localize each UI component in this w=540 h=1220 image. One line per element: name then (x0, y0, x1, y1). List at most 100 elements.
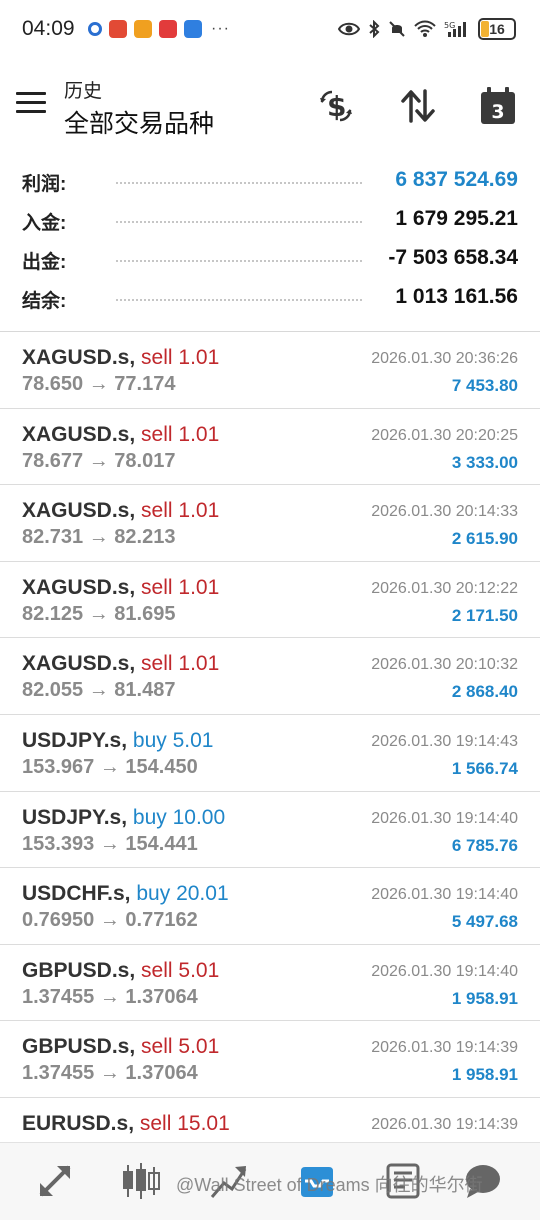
calendar-button[interactable]: 3 (476, 84, 520, 128)
page-subtitle: 历史 (64, 81, 103, 102)
trade-row[interactable]: XAGUSD.s, sell 1.01 82.055 → 81.487 2026.0… (0, 638, 540, 715)
close-price: 81.487 (114, 679, 176, 702)
open-price: 82.055 (22, 679, 84, 702)
bluetooth-icon (369, 20, 380, 38)
close-price: 154.441 (125, 832, 198, 855)
open-price: 0.76950 (22, 909, 95, 932)
trade-row[interactable]: XAGUSD.s, sell 1.01 82.731 → 82.213 2026.0… (0, 485, 540, 562)
trade-symbol-line: XAGUSD.s, sell 1.01 (22, 576, 219, 600)
trade-history-list[interactable]: XAGUSD.s, sell 1.01 78.650 → 77.174 2026.0… (0, 332, 540, 1175)
trade-row[interactable]: USDJPY.s, buy 5.01 153.967 → 154.450 2026.… (0, 715, 540, 792)
trade-side: sell (141, 1035, 173, 1059)
trade-profit: 2 171.50 (451, 605, 518, 625)
eye-icon (338, 22, 360, 36)
trade-row[interactable]: XAGUSD.s, sell 1.01 78.677 → 78.017 2026.0… (0, 409, 540, 486)
trade-profit: 1 958.91 (451, 1065, 518, 1085)
trade-side: buy (136, 882, 171, 906)
trade-profit: 5 497.68 (451, 912, 518, 932)
trade-row[interactable]: USDJPY.s, buy 10.00 153.393 → 154.441 2026… (0, 792, 540, 869)
trade-side: sell (141, 575, 173, 599)
trade-prices: 82.055 → 81.487 (22, 679, 175, 702)
summary-label: 利润: (22, 174, 67, 195)
summary-value: 1 679 295.21 (395, 207, 518, 230)
trade-symbol-line: USDCHF.s, buy 20.01 (22, 882, 229, 906)
trade-row[interactable]: XAGUSD.s, sell 1.01 82.125 → 81.695 2026.0… (0, 562, 540, 639)
nav-chart[interactable] (118, 1159, 164, 1203)
trade-volume: 20.01 (176, 882, 229, 906)
trade-volume: 5.01 (178, 1035, 220, 1059)
arrow-right-icon: → (99, 985, 120, 1008)
dotted-leader (116, 221, 362, 223)
trade-side: sell (141, 499, 173, 523)
trade-profit: 2 615.90 (451, 529, 518, 549)
trade-prices: 1.37455 → 1.37064 (22, 986, 198, 1009)
battery-icon: 16 (478, 18, 516, 40)
close-price: 154.450 (125, 755, 198, 778)
trade-time: 2026.01.30 19:14:40 (371, 809, 518, 827)
arrow-right-icon: → (99, 755, 120, 778)
trade-symbol-line: XAGUSD.s, sell 1.01 (22, 499, 219, 523)
menu-button[interactable] (16, 92, 46, 116)
dotted-leader (116, 299, 362, 301)
close-price: 1.37064 (125, 1062, 198, 1085)
trade-time: 2026.01.30 20:14:33 (371, 503, 518, 521)
wifi-icon (414, 20, 436, 37)
app-notification-icon (88, 22, 102, 36)
trade-volume: 5.01 (178, 958, 220, 982)
trade-symbol: XAGUSD.s, (22, 346, 136, 369)
deposit-withdraw-button[interactable]: $ (314, 84, 358, 128)
trade-side: buy (132, 805, 167, 829)
trade-row[interactable]: USDCHF.s, buy 20.01 0.76950 → 0.77162 2026… (0, 868, 540, 945)
sort-button[interactable] (396, 84, 440, 128)
trade-volume: 15.01 (177, 1111, 230, 1135)
trade-volume: 1.01 (178, 346, 220, 369)
trade-symbol: USDCHF.s, (22, 882, 131, 906)
page-title[interactable]: 全部交易品种 (64, 104, 214, 140)
arrow-right-icon: → (88, 373, 109, 395)
trade-prices: 82.125 → 81.695 (22, 603, 175, 626)
trade-symbol-line: EURUSD.s, sell 15.01 (22, 1112, 230, 1136)
trade-volume: 10.00 (172, 805, 226, 829)
trade-symbol: EURUSD.s, (22, 1111, 135, 1135)
arrow-right-icon: → (99, 909, 120, 932)
summary-row: 利润: 6 837 524.69 (0, 162, 540, 201)
battery-level: 16 (489, 21, 505, 37)
trade-prices: 153.967 → 154.450 (22, 756, 198, 779)
trade-symbol: USDJPY.s, (22, 728, 128, 752)
trade-row[interactable]: XAGUSD.s, sell 1.01 78.650 → 77.174 2026.0… (0, 332, 540, 409)
summary-label: 入金: (22, 213, 67, 234)
close-price: 82.213 (114, 526, 176, 549)
arrow-right-icon: → (88, 526, 109, 549)
trade-symbol-line: GBPUSD.s, sell 5.01 (22, 959, 219, 983)
close-price: 81.695 (114, 602, 176, 625)
trade-volume: 1.01 (178, 575, 220, 599)
trade-time: 2026.01.30 19:14:40 (371, 962, 518, 980)
calendar-day: 3 (491, 101, 504, 123)
trade-symbol-line: XAGUSD.s, sell 1.01 (22, 346, 219, 370)
trade-row[interactable]: GBPUSD.s, sell 5.01 1.37455 → 1.37064 2026… (0, 945, 540, 1022)
trade-prices: 82.731 → 82.213 (22, 526, 175, 549)
trade-symbol: GBPUSD.s, (22, 958, 136, 982)
summary-value: 1 013 161.56 (395, 285, 518, 308)
nav-quotes[interactable] (32, 1159, 78, 1203)
trade-symbol: XAGUSD.s, (22, 499, 136, 523)
trade-prices: 1.37455 → 1.37064 (22, 1062, 198, 1085)
open-price: 82.125 (22, 602, 84, 625)
open-price: 1.37455 (22, 1062, 95, 1085)
arrow-right-icon: → (99, 832, 120, 855)
dotted-leader (116, 182, 362, 184)
trade-symbol-line: XAGUSD.s, sell 1.01 (22, 652, 219, 676)
open-price: 1.37455 (22, 985, 95, 1008)
account-summary: 利润: 6 837 524.69 入金: 1 679 295.21 出金: -7 503 … (0, 162, 540, 318)
trade-volume: 1.01 (178, 422, 220, 446)
trade-row[interactable]: GBPUSD.s, sell 5.01 1.37455 → 1.37064 2026… (0, 1021, 540, 1098)
app-notification-icon (109, 20, 127, 38)
trade-side: sell (141, 346, 173, 369)
status-bar: 04:09 ··· 5G 16 (0, 0, 540, 62)
summary-row: 入金: 1 679 295.21 (0, 201, 540, 240)
trade-symbol-line: USDJPY.s, buy 10.00 (22, 806, 225, 830)
notification-icons: ··· (88, 20, 230, 38)
summary-row: 结余: 1 013 161.56 (0, 279, 540, 318)
trade-side: sell (141, 422, 173, 446)
trade-symbol: XAGUSD.s, (22, 422, 136, 446)
